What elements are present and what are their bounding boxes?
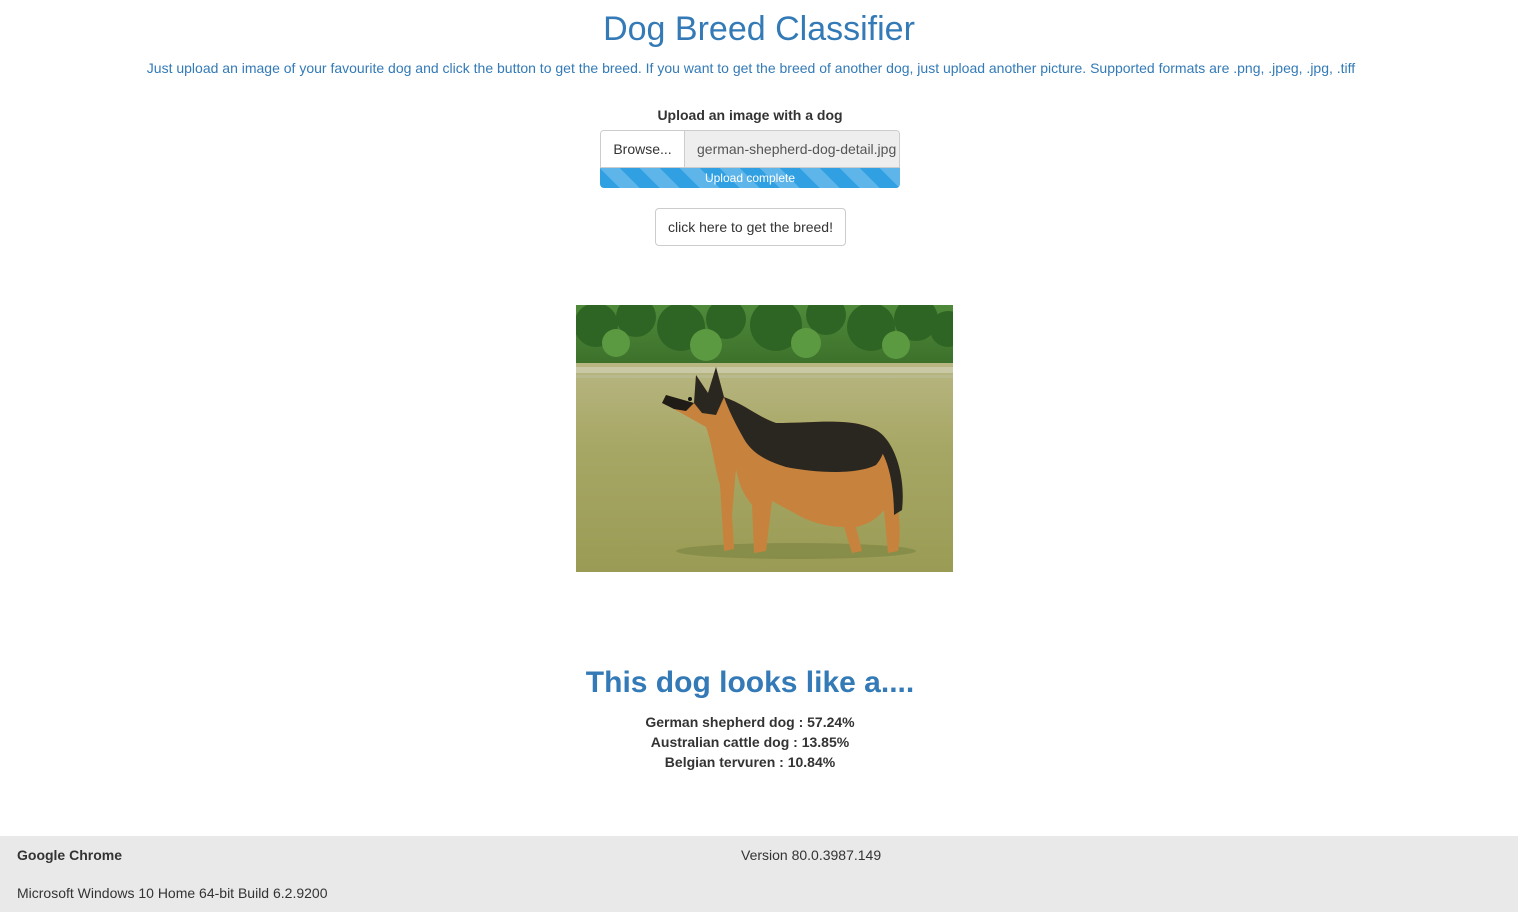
upload-progress: Upload complete xyxy=(600,168,900,188)
prediction-item: Australian cattle dog : 13.85% xyxy=(650,734,850,750)
prediction-item: Belgian tervuren : 10.84% xyxy=(664,754,836,770)
browser-name: Google Chrome xyxy=(17,847,123,863)
os-info: Microsoft Windows 10 Home 64-bit Build 6… xyxy=(17,885,328,901)
browser-version: Version 80.0.3987.149 xyxy=(741,847,882,863)
dog-photo xyxy=(576,305,953,572)
prediction-list: German shepherd dog : 57.24% Australian … xyxy=(0,712,1500,772)
prediction-item: German shepherd dog : 57.24% xyxy=(645,714,855,730)
get-breed-button[interactable]: click here to get the breed! xyxy=(655,208,846,246)
upload-progress-bar: Upload complete xyxy=(600,168,900,188)
page-description: Just upload an image of your favourite d… xyxy=(146,60,1356,76)
file-input-group[interactable]: Browse... german-shepherd-dog-detail.jpg xyxy=(600,130,900,168)
file-name-field[interactable]: german-shepherd-dog-detail.jpg xyxy=(685,131,899,167)
browser-info-footer: Google Chrome Version 80.0.3987.149 Micr… xyxy=(0,836,1518,912)
upload-label: Upload an image with a dog xyxy=(657,107,843,123)
page-title: Dog Breed Classifier xyxy=(603,10,915,48)
dog-image-icon xyxy=(576,305,953,572)
browse-button[interactable]: Browse... xyxy=(601,131,685,167)
result-heading: This dog looks like a.... xyxy=(585,666,915,699)
